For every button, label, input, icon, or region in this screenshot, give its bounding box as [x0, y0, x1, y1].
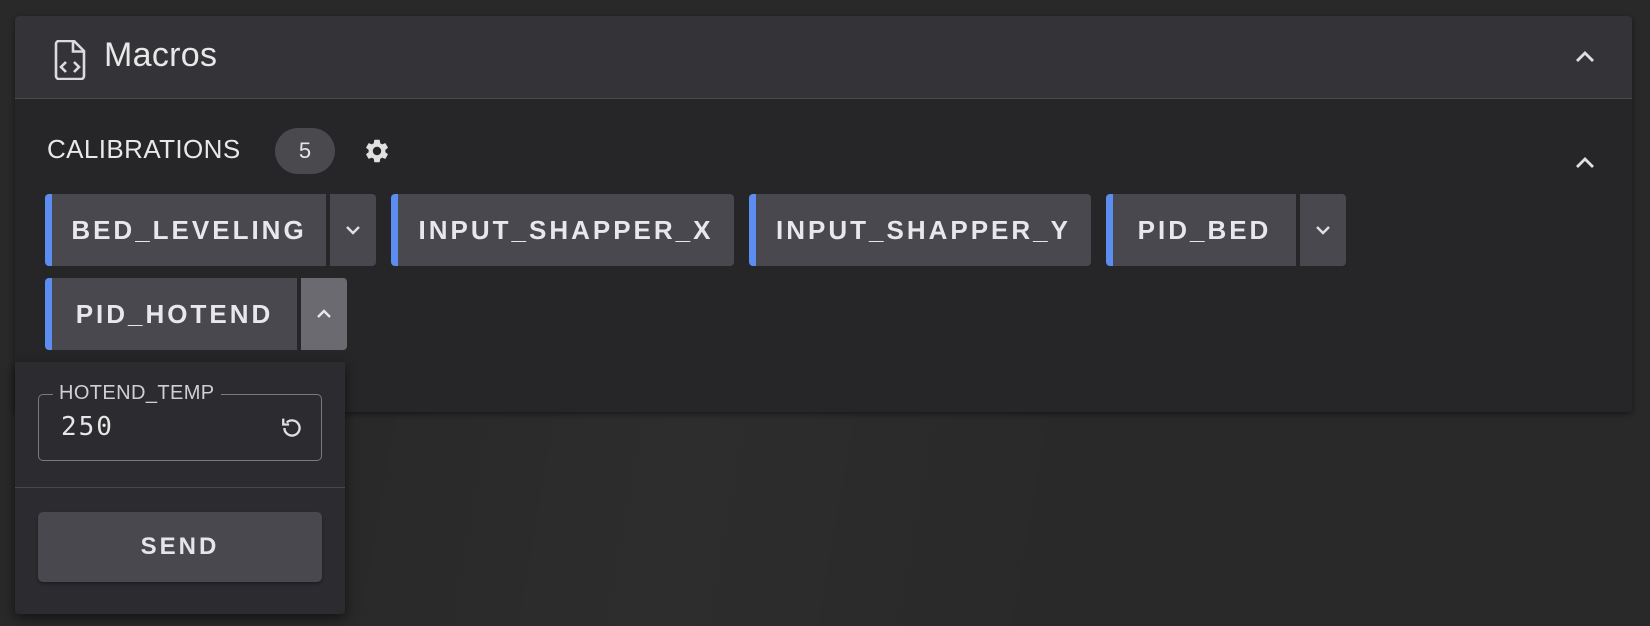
- chevron-down-icon: [346, 226, 360, 235]
- chevron-up-icon: [1576, 51, 1594, 62]
- macro-button[interactable]: BED_LEVELING: [45, 194, 326, 266]
- macro-params-popup: HOTEND_TEMP SEND: [15, 362, 345, 614]
- send-button[interactable]: SEND: [38, 512, 322, 582]
- macro-button[interactable]: PID_BED: [1106, 194, 1296, 266]
- macro-pid-bed: PID_BED: [1106, 194, 1346, 266]
- section-settings-button[interactable]: [360, 134, 394, 168]
- macro-button[interactable]: INPUT_SHAPPER_X: [391, 194, 734, 266]
- macro-params-toggle[interactable]: [301, 278, 347, 350]
- macro-button[interactable]: INPUT_SHAPPER_Y: [749, 194, 1091, 266]
- gear-icon: [366, 139, 388, 163]
- reset-button[interactable]: [277, 413, 307, 443]
- section-title: CALIBRATIONS: [47, 134, 241, 164]
- popup-divider: [15, 487, 345, 488]
- reset-icon: [282, 418, 301, 437]
- panel-collapse-button[interactable]: [1568, 40, 1602, 74]
- hotend-temp-input[interactable]: [61, 412, 241, 442]
- file-code-icon: [54, 40, 86, 80]
- chevron-up-icon: [1576, 157, 1594, 168]
- card-header: Macros: [15, 16, 1632, 99]
- macro-input-shapper-x: INPUT_SHAPPER_X: [391, 194, 734, 266]
- section-collapse-button[interactable]: [1568, 146, 1602, 180]
- macro-count-badge: 5: [275, 128, 335, 174]
- macro-button[interactable]: PID_HOTEND: [45, 278, 297, 350]
- macro-bed-leveling: BED_LEVELING: [45, 194, 376, 266]
- panel-title: Macros: [104, 36, 218, 74]
- macro-input-shapper-y: INPUT_SHAPPER_Y: [749, 194, 1091, 266]
- background-shade: [360, 395, 1060, 626]
- hotend-temp-field: HOTEND_TEMP: [38, 382, 322, 461]
- macro-params-toggle[interactable]: [1300, 194, 1346, 266]
- chevron-up-icon: [317, 309, 331, 318]
- hotend-temp-label: HOTEND_TEMP: [53, 382, 221, 405]
- macro-pid-hotend: PID_HOTEND: [45, 278, 347, 350]
- macro-params-toggle[interactable]: [330, 194, 376, 266]
- chevron-down-icon: [1316, 226, 1330, 235]
